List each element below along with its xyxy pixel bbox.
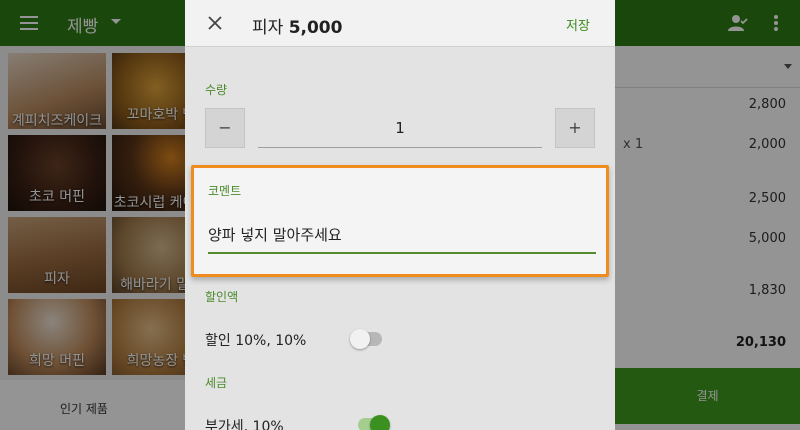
toggle-knob	[370, 415, 390, 430]
comment-label: 코멘트	[208, 184, 242, 198]
increment-button[interactable]: +	[555, 108, 595, 148]
dialog-title: 피자 5,000	[252, 13, 342, 38]
tax-option-label: 부가세, 10%	[205, 419, 284, 430]
dialog-header: 피자 5,000 저장	[185, 0, 615, 47]
comment-underline	[208, 252, 596, 254]
item-name: 피자	[252, 18, 284, 38]
quantity-label: 수량	[205, 83, 228, 97]
decrement-button[interactable]: −	[205, 108, 245, 148]
discount-option-label: 할인 10%, 10%	[205, 333, 307, 349]
discount-toggle[interactable]	[350, 329, 382, 349]
comment-field-highlight: 코멘트 양파 넣지 말아주세요	[191, 165, 609, 277]
tax-toggle[interactable]	[358, 415, 390, 430]
tax-label: 세금	[205, 376, 228, 390]
discount-label: 할인액	[205, 290, 239, 304]
save-button[interactable]: 저장	[566, 15, 590, 34]
toggle-knob	[350, 329, 370, 349]
item-price: 5,000	[288, 18, 343, 38]
quantity-input[interactable]: 1	[258, 108, 542, 148]
edit-item-dialog: 피자 5,000 저장 수량 − 1 + 코멘트 양파 넣지 말아주세요 할인액…	[185, 0, 615, 430]
close-icon[interactable]	[207, 15, 223, 31]
comment-input[interactable]: 양파 넣지 말아주세요	[208, 224, 342, 245]
